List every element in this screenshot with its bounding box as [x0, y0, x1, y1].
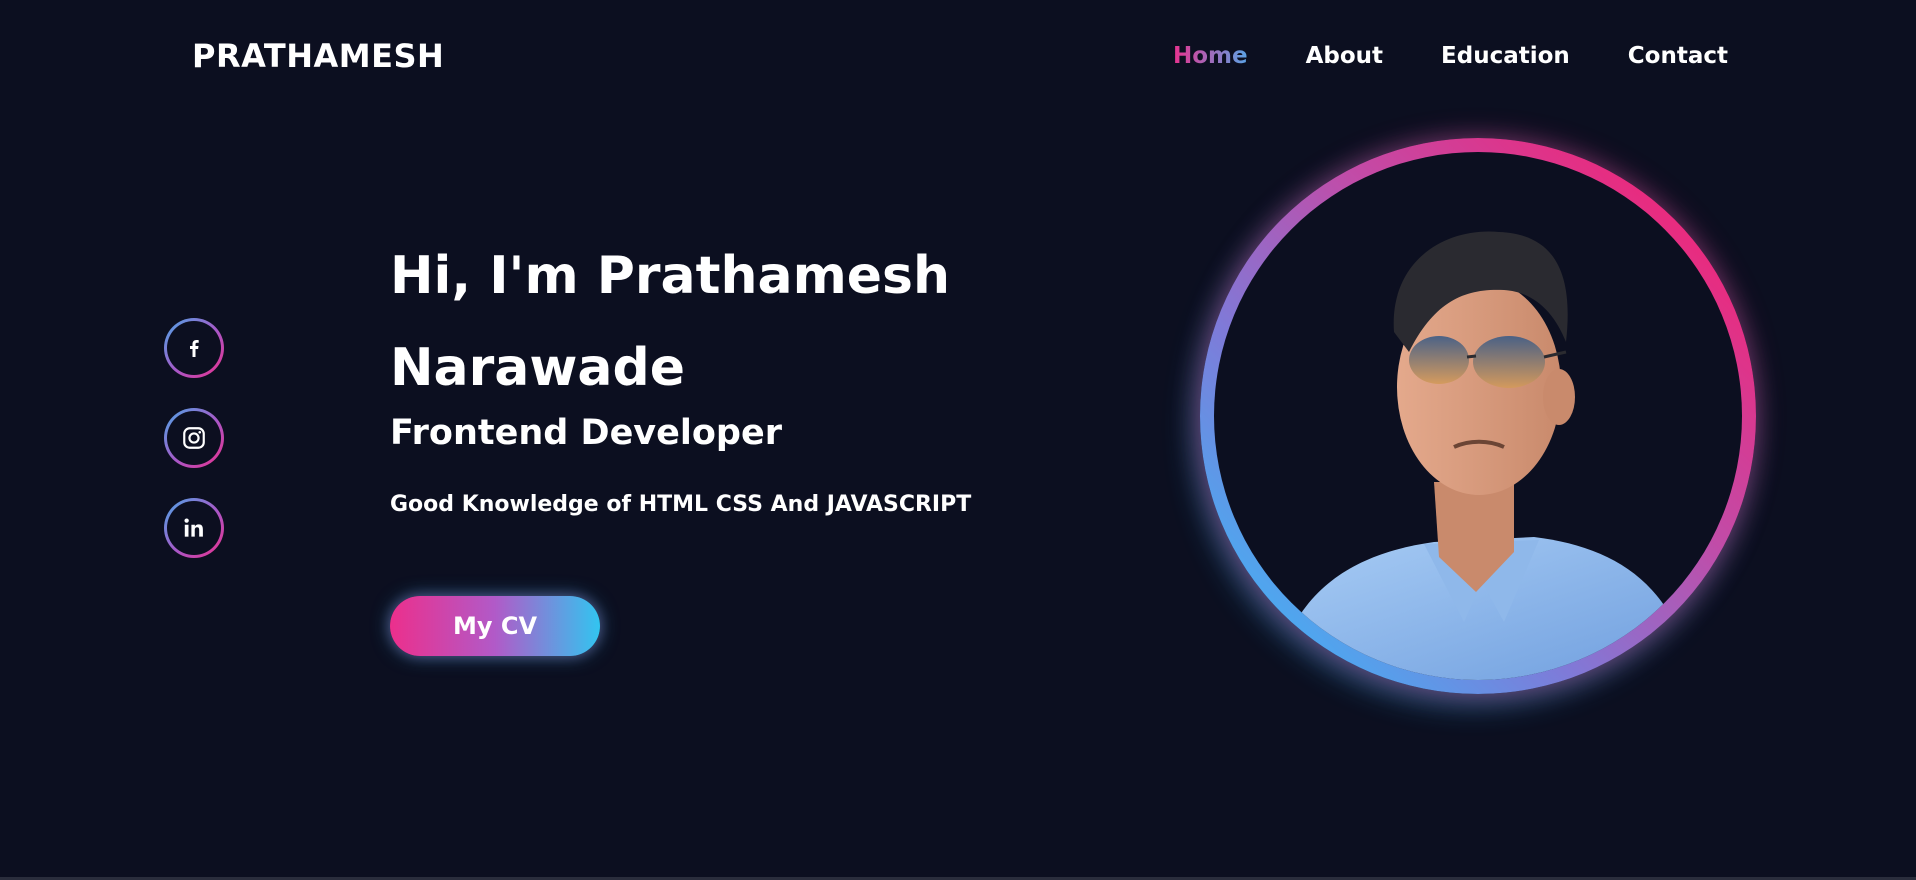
- facebook-icon: [167, 321, 221, 375]
- nav-home-link[interactable]: Home: [1173, 40, 1248, 72]
- social-links: [164, 318, 224, 558]
- linkedin-button[interactable]: [164, 498, 224, 558]
- site-header: PRATHAMESH Home About Education Contact: [0, 0, 1916, 110]
- main-nav: Home About Education Contact: [1173, 40, 1728, 72]
- nav-about-link[interactable]: About: [1306, 40, 1383, 72]
- site-logo[interactable]: PRATHAMESH: [192, 36, 444, 76]
- profile-photo-frame: [1200, 138, 1756, 694]
- my-cv-button[interactable]: My CV: [390, 596, 600, 656]
- profile-photo: [1214, 152, 1742, 680]
- hero-role: Frontend Developer: [390, 413, 782, 453]
- instagram-icon: [167, 411, 221, 465]
- hero-intro: Hi, I'm Prathamesh Narawade Frontend Dev…: [390, 230, 1090, 520]
- facebook-button[interactable]: [164, 318, 224, 378]
- hero-tagline: Good Knowledge of HTML CSS And JAVASCRIP…: [390, 492, 972, 517]
- nav-contact-link[interactable]: Contact: [1628, 40, 1728, 72]
- hero-greeting: Hi, I'm Prathamesh Narawade: [390, 246, 950, 398]
- linkedin-icon: [167, 501, 221, 555]
- nav-education-link[interactable]: Education: [1441, 40, 1570, 72]
- instagram-button[interactable]: [164, 408, 224, 468]
- profile-portrait-illustration: [1274, 231, 1694, 680]
